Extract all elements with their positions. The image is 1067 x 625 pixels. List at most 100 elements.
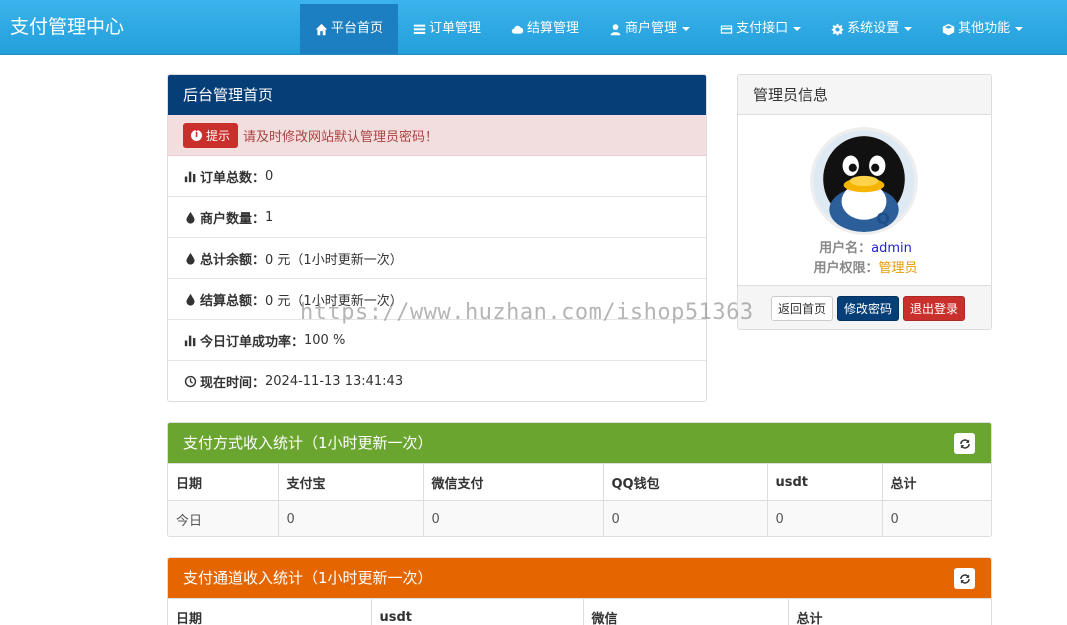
panel-title: 后台管理首页 bbox=[168, 75, 706, 115]
column-header: usdt bbox=[371, 598, 584, 625]
stat-value: 2024-11-13 13:41:43 bbox=[265, 374, 404, 389]
stat-value: 100 % bbox=[304, 332, 346, 348]
stat-value: 0 元（1小时更新一次） bbox=[265, 293, 403, 309]
stat-row-order-total: 订单总数： 0 bbox=[168, 156, 706, 197]
tint-icon bbox=[186, 211, 195, 224]
chevron-down-icon bbox=[793, 27, 802, 31]
table-header-row: 日期 usdt 微信 总计 bbox=[168, 598, 991, 625]
username-label: 用户名： bbox=[819, 241, 872, 256]
stat-label: 今日订单成功率： bbox=[200, 334, 305, 350]
penguin-avatar-icon: Q bbox=[813, 130, 915, 232]
table-row: 今日 0 0 0 0 0 bbox=[168, 500, 991, 536]
table-cell: 0 bbox=[278, 500, 424, 536]
nav-item-system-settings[interactable]: 系统设置 bbox=[816, 4, 927, 54]
info-icon: i bbox=[191, 129, 202, 141]
stat-label: 订单总数： bbox=[200, 170, 266, 186]
username-value: admin bbox=[871, 241, 912, 256]
tip-text: 请及时修改网站默认管理员密码！ bbox=[243, 129, 439, 145]
svg-text:Q: Q bbox=[876, 209, 890, 228]
stat-value: 0 bbox=[265, 168, 274, 184]
stat-label: 商户数量： bbox=[200, 211, 266, 227]
channel-stats-panel: 支付通道收入统计（1小时更新一次） 日期 usdt 微信 总计 bbox=[167, 557, 992, 625]
refresh-icon bbox=[959, 438, 970, 449]
back-home-button[interactable]: 返回首页 bbox=[771, 295, 834, 321]
user-icon bbox=[610, 23, 621, 35]
logout-button[interactable]: 退出登录 bbox=[903, 295, 966, 321]
admin-actions: 返回首页 修改密码 退出登录 bbox=[738, 285, 991, 329]
table-cell: 今日 bbox=[168, 500, 279, 536]
role-line: 用户权限：管理员 bbox=[738, 257, 991, 276]
tint-icon bbox=[186, 293, 195, 306]
clock-icon bbox=[184, 375, 197, 388]
nav-item-payment-api[interactable]: 支付接口 bbox=[705, 4, 816, 54]
stat-value: 0 元（1小时更新一次） bbox=[265, 252, 403, 268]
stat-label: 结算总额： bbox=[200, 293, 266, 309]
main-nav: 平台首页 订单管理 结算管理 商户管理 支付接口 系统设置 其他功能 bbox=[300, 4, 1038, 54]
nav-item-label: 商户管理 bbox=[625, 21, 678, 36]
nav-item-label: 平台首页 bbox=[331, 21, 384, 36]
table-cell: 0 bbox=[603, 500, 768, 536]
nav-item-merchants[interactable]: 商户管理 bbox=[594, 4, 705, 54]
home-icon bbox=[315, 23, 328, 35]
nav-item-label: 支付接口 bbox=[736, 21, 789, 36]
column-header: 微信 bbox=[583, 598, 789, 625]
stat-row-merchant-count: 商户数量： 1 bbox=[168, 197, 706, 238]
panel-title: 支付方式收入统计（1小时更新一次） bbox=[183, 434, 433, 452]
stat-row-current-time: 现在时间： 2024-11-13 13:41:43 bbox=[168, 361, 706, 401]
stat-row-total-balance: 总计余额： 0 元（1小时更新一次） bbox=[168, 238, 706, 279]
avatar: Q bbox=[810, 127, 918, 235]
nav-item-other-functions[interactable]: 其他功能 bbox=[927, 4, 1038, 54]
chevron-down-icon bbox=[682, 27, 691, 31]
tip-badge: i 提示 bbox=[183, 122, 239, 148]
refresh-icon bbox=[959, 573, 970, 584]
tint-icon bbox=[186, 252, 195, 265]
nav-item-settlement[interactable]: 结算管理 bbox=[496, 4, 594, 54]
channel-table: 日期 usdt 微信 总计 bbox=[168, 598, 991, 625]
brand-title[interactable]: 支付管理中心 bbox=[10, 0, 124, 55]
column-header: 微信支付 bbox=[423, 463, 604, 501]
table-cell: 0 bbox=[882, 500, 991, 536]
change-password-button[interactable]: 修改密码 bbox=[837, 295, 900, 321]
tip-badge-label: 提示 bbox=[206, 128, 231, 143]
column-header: usdt bbox=[767, 463, 883, 501]
top-navbar: 支付管理中心 平台首页 订单管理 结算管理 商户管理 支付接口 系统设置 其他功… bbox=[0, 0, 1067, 55]
refresh-button[interactable] bbox=[954, 433, 975, 454]
cloud-icon bbox=[511, 25, 524, 34]
stat-row-settlement-total: 结算总额： 0 元（1小时更新一次） bbox=[168, 279, 706, 320]
table-cell: 0 bbox=[767, 500, 883, 536]
table-cell: 0 bbox=[423, 500, 604, 536]
column-header: 总计 bbox=[788, 598, 991, 625]
bar-chart-icon bbox=[184, 335, 196, 346]
stat-label: 总计余额： bbox=[200, 252, 266, 268]
stat-value: 1 bbox=[265, 209, 274, 225]
refresh-button[interactable] bbox=[954, 568, 975, 589]
column-header: QQ钱包 bbox=[603, 463, 768, 501]
table-header-row: 日期 支付宝 微信支付 QQ钱包 usdt 总计 bbox=[168, 463, 991, 501]
role-value: 管理员 bbox=[878, 261, 918, 276]
nav-item-home[interactable]: 平台首页 bbox=[300, 4, 399, 54]
nav-item-label: 结算管理 bbox=[527, 21, 580, 36]
cube-icon bbox=[942, 23, 955, 35]
panel-title: 支付通道收入统计（1小时更新一次） bbox=[183, 569, 433, 587]
admin-home-panel: 后台管理首页 i 提示 请及时修改网站默认管理员密码！ 订单总数： 0 商户数量… bbox=[167, 74, 707, 402]
bar-chart-icon bbox=[184, 171, 196, 182]
credit-card-icon bbox=[720, 24, 733, 34]
nav-item-label: 订单管理 bbox=[429, 21, 482, 36]
admin-info-panel: 管理员信息 Q 用户名：admin 用户权限：管理员 返回首页 修改密码 退出登… bbox=[737, 74, 992, 330]
panel-title: 管理员信息 bbox=[738, 75, 991, 115]
stat-label: 现在时间： bbox=[200, 376, 266, 391]
gear-icon bbox=[831, 23, 844, 35]
panel-heading: 支付方式收入统计（1小时更新一次） bbox=[168, 423, 991, 463]
password-warning-alert: i 提示 请及时修改网站默认管理员密码！ bbox=[168, 115, 706, 156]
list-icon bbox=[413, 24, 426, 34]
payment-method-table: 日期 支付宝 微信支付 QQ钱包 usdt 总计 今日 0 0 0 0 0 bbox=[168, 463, 991, 536]
role-label: 用户权限： bbox=[813, 261, 879, 276]
column-header: 总计 bbox=[882, 463, 991, 501]
panel-heading: 支付通道收入统计（1小时更新一次） bbox=[168, 558, 991, 598]
nav-item-orders[interactable]: 订单管理 bbox=[398, 4, 496, 54]
nav-item-label: 系统设置 bbox=[847, 21, 900, 36]
chevron-down-icon bbox=[904, 27, 913, 31]
column-header: 支付宝 bbox=[278, 463, 424, 501]
payment-method-stats-panel: 支付方式收入统计（1小时更新一次） 日期 支付宝 微信支付 QQ钱包 usdt … bbox=[167, 422, 992, 537]
chevron-down-icon bbox=[1015, 27, 1024, 31]
